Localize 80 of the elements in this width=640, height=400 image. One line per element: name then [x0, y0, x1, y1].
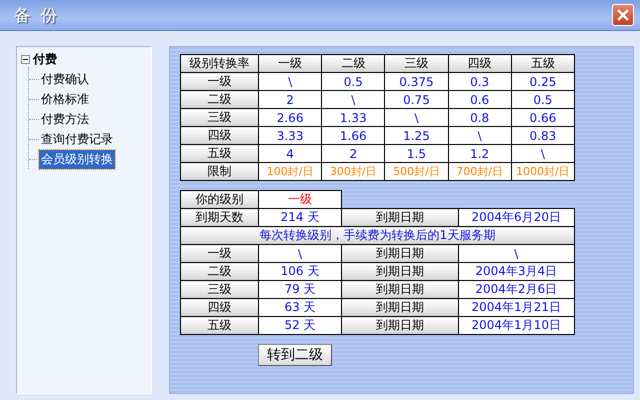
column-header: 一级	[258, 54, 322, 72]
row-header: 二级	[180, 262, 258, 280]
tree-item[interactable]: 付费确认	[39, 70, 91, 88]
collapse-toggle[interactable]	[21, 54, 30, 64]
row-header: 到期日期	[342, 280, 458, 298]
column-header: 五级	[511, 54, 574, 72]
table-cell: 0.375	[384, 72, 448, 90]
row-header: 二级	[180, 90, 258, 108]
row-header: 到期日期	[342, 244, 458, 262]
row-header: 三级	[180, 280, 258, 298]
table-cell: \	[458, 244, 574, 262]
table-cell: 300封/日	[322, 162, 385, 180]
column-header: 级别转换率	[180, 54, 258, 72]
table-cell: 4	[258, 144, 322, 162]
table-cell: \	[258, 244, 342, 262]
row-header: 限制	[180, 162, 258, 180]
table-cell: 0.66	[511, 108, 574, 126]
table-cell: 100封/日	[258, 162, 322, 180]
tree-item[interactable]: 付费	[33, 50, 57, 68]
table-cell: 0.5	[511, 90, 574, 108]
row-header: 到期日期	[342, 262, 458, 280]
row-header: 四级	[180, 298, 258, 316]
table-cell: \	[322, 90, 385, 108]
table-cell: 79 天	[258, 280, 342, 298]
row-header: 到期日期	[342, 208, 458, 226]
window-title: 备 份	[14, 4, 60, 26]
table-cell: \	[511, 144, 574, 162]
tree-item[interactable]: 查询付费记录	[39, 130, 115, 148]
table-cell: 3.33	[258, 126, 322, 144]
table-cell: 0.5	[322, 72, 385, 90]
table-cell: 1000封/日	[511, 162, 574, 180]
row-header: 到期天数	[180, 208, 258, 226]
table-cell: 1.5	[384, 144, 448, 162]
table-cell: 1.66	[322, 126, 385, 144]
row-header: 一级	[180, 244, 258, 262]
table-cell: 0.25	[511, 72, 574, 90]
table-cell: 0.83	[511, 126, 574, 144]
column-header: 三级	[384, 54, 448, 72]
close-icon	[616, 8, 630, 22]
row-header: 到期日期	[342, 316, 458, 334]
tree-item[interactable]: 会员级别转换	[39, 150, 115, 168]
tree-item[interactable]: 价格标准	[39, 90, 91, 108]
table-cell: 1.25	[384, 126, 448, 144]
table-cell: \	[448, 126, 512, 144]
row-header: 五级	[180, 144, 258, 162]
table-cell: 0.3	[448, 72, 512, 90]
table-cell: \	[258, 72, 322, 90]
table-cell: 一级	[258, 190, 342, 208]
table-cell: 2004年3月4日	[458, 262, 574, 280]
table-cell: 2004年1月21日	[458, 298, 574, 316]
row-header: 你的级别	[180, 190, 258, 208]
table-cell: 2004年6月20日	[458, 208, 574, 226]
column-header: 二级	[322, 54, 385, 72]
table-cell: 1.2	[448, 144, 512, 162]
note-text: 每次转换级别，手续费为转换后的1天服务期	[180, 226, 574, 244]
row-header: 到期日期	[342, 298, 458, 316]
row-header: 四级	[180, 126, 258, 144]
close-button[interactable]	[612, 4, 634, 26]
table-cell: 0.6	[448, 90, 512, 108]
table-cell: 0.8	[448, 108, 512, 126]
table-cell: 2	[258, 90, 322, 108]
convert-button[interactable]: 转到二级	[258, 344, 332, 366]
table-cell: 1.33	[322, 108, 385, 126]
tree-item[interactable]: 付费方法	[39, 110, 91, 128]
table-cell: 700封/日	[448, 162, 512, 180]
table-cell: 2004年1月10日	[458, 316, 574, 334]
table-cell: 2.66	[258, 108, 322, 126]
table-cell: 2004年2月6日	[458, 280, 574, 298]
row-header: 一级	[180, 72, 258, 90]
column-header: 四级	[448, 54, 512, 72]
table-cell: 500封/日	[384, 162, 448, 180]
table-cell: 52 天	[258, 316, 342, 334]
table-cell: 106 天	[258, 262, 342, 280]
table-cell: 214 天	[258, 208, 342, 226]
table-cell: 63 天	[258, 298, 342, 316]
row-header: 五级	[180, 316, 258, 334]
table-cell: 2	[322, 144, 385, 162]
table-cell: \	[384, 108, 448, 126]
row-header: 三级	[180, 108, 258, 126]
table-cell: 0.75	[384, 90, 448, 108]
